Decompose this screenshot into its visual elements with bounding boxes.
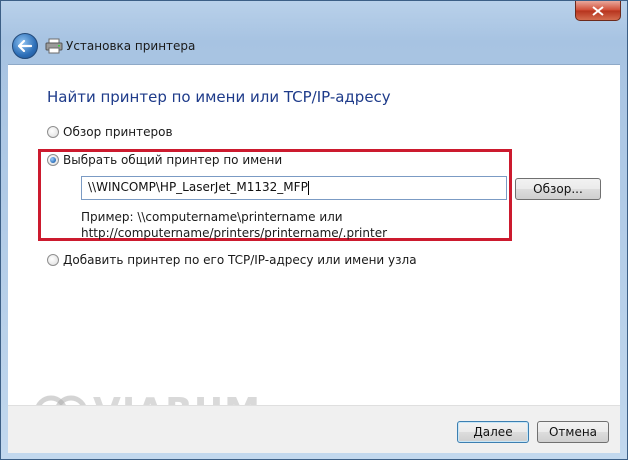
- example-hint: Пример: \\computername\printername или h…: [81, 209, 501, 241]
- navigation-bar: Установка принтера: [8, 28, 620, 64]
- back-button[interactable]: [12, 33, 38, 59]
- wizard-footer: Далее Отмена: [8, 405, 620, 453]
- close-button[interactable]: [575, 1, 621, 21]
- option-shared-printer-by-name[interactable]: Выбрать общий принтер по имени: [47, 153, 282, 167]
- option-browse-printers-label: Обзор принтеров: [63, 125, 173, 139]
- close-icon: [592, 5, 604, 16]
- cancel-button[interactable]: Отмена: [537, 421, 609, 443]
- example-line-1: Пример: \\computername\printername или: [81, 210, 343, 224]
- next-button[interactable]: Далее: [457, 421, 529, 443]
- printer-setup-window: Установка принтера Найти принтер по имен…: [0, 0, 628, 460]
- example-line-2: http://computername/printers/printername…: [81, 226, 388, 240]
- radio-shared-printer-by-name[interactable]: [47, 154, 59, 166]
- text-caret: [307, 180, 309, 195]
- option-shared-printer-label: Выбрать общий принтер по имени: [63, 153, 283, 167]
- radio-browse-printers[interactable]: [47, 126, 59, 138]
- radio-tcpip-address[interactable]: [47, 254, 59, 266]
- printer-path-input[interactable]: \\WINCOMP\HP_LaserJet_M1132_MFP: [81, 176, 507, 200]
- browse-button[interactable]: Обзор...: [515, 178, 601, 200]
- printer-path-value: \\WINCOMP\HP_LaserJet_M1132_MFP: [88, 180, 308, 194]
- wizard-content: Найти принтер по имени или TCP/IP-адресу…: [8, 64, 620, 405]
- page-heading: Найти принтер по имени или TCP/IP-адресу: [47, 88, 391, 106]
- option-tcpip-label: Добавить принтер по его TCP/IP-адресу ил…: [63, 253, 417, 267]
- option-tcpip-address[interactable]: Добавить принтер по его TCP/IP-адресу ил…: [47, 253, 417, 267]
- window-title: Установка принтера: [66, 39, 196, 53]
- printer-icon: [45, 38, 63, 54]
- option-browse-printers[interactable]: Обзор принтеров: [47, 125, 173, 139]
- back-arrow-icon: [18, 40, 32, 52]
